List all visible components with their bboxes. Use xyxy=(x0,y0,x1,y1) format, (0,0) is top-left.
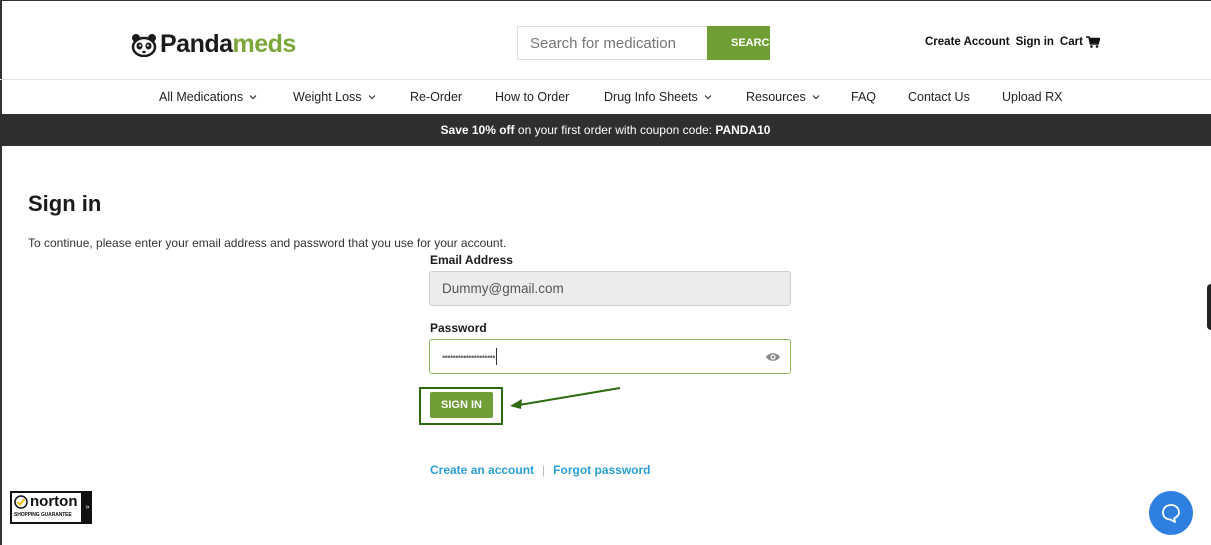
password-value: •••••••••••••••••••• xyxy=(442,351,496,362)
email-field[interactable]: Dummy@gmail.com xyxy=(429,271,791,306)
nav-label: How to Order xyxy=(495,90,570,104)
nav-re-order[interactable]: Re-Order xyxy=(410,90,462,104)
text-caret xyxy=(496,348,498,365)
nav-label: Drug Info Sheets xyxy=(604,90,698,104)
signin-instructions: To continue, please enter your email add… xyxy=(28,236,507,250)
forgot-password-link[interactable]: Forgot password xyxy=(553,463,650,477)
promo-highlight: Save 10% off xyxy=(440,123,515,137)
side-feedback-tab[interactable] xyxy=(1207,284,1211,330)
cart-link[interactable]: Cart xyxy=(1060,36,1083,48)
nav-drug-info-sheets[interactable]: Drug Info Sheets xyxy=(604,90,712,104)
nav-label: All Medications xyxy=(159,90,244,104)
nav-how-to-order[interactable]: How to Order xyxy=(495,90,569,104)
nav-label: Resources xyxy=(746,90,806,104)
search-button[interactable]: SEARCH xyxy=(707,26,770,60)
site-header: Pandameds SEARCH Create Account Sign in … xyxy=(0,0,1211,80)
norton-seal: norton SHOPPING GUARANTEE xyxy=(10,491,83,524)
nav-contact-us[interactable]: Contact Us xyxy=(908,90,970,104)
chevron-down-icon xyxy=(704,95,712,100)
sign-in-button[interactable]: SIGN IN xyxy=(430,392,493,418)
password-label: Password xyxy=(430,321,487,335)
checkmark-icon xyxy=(14,495,28,509)
email-value: Dummy@gmail.com xyxy=(442,281,564,296)
annotation-arrow-icon xyxy=(510,387,621,409)
create-an-account-link[interactable]: Create an account xyxy=(430,463,534,477)
page-title: Sign in xyxy=(28,191,102,216)
nav-resources[interactable]: Resources xyxy=(746,90,820,104)
norton-brand-text: norton xyxy=(30,493,78,510)
nav-label: Weight Loss xyxy=(293,90,362,104)
main-nav: All Medications Weight Loss Re-Order How… xyxy=(0,81,1211,114)
show-password-eye-icon[interactable] xyxy=(765,351,781,363)
nav-label: Contact Us xyxy=(908,90,970,104)
chevron-down-icon xyxy=(368,95,375,100)
nav-label: FAQ xyxy=(851,90,877,104)
password-field[interactable]: •••••••••••••••••••• xyxy=(429,339,791,374)
chat-button[interactable] xyxy=(1149,491,1193,535)
norton-expand-tab[interactable]: » xyxy=(83,491,92,524)
chevron-down-icon xyxy=(812,95,820,100)
panda-logo-icon xyxy=(131,33,157,57)
logo-text-meds: meds xyxy=(232,30,297,58)
account-links: Create Account Sign in Cart xyxy=(925,36,1100,48)
nav-faq[interactable]: FAQ xyxy=(851,90,876,104)
nav-label: Re-Order xyxy=(410,90,463,104)
norton-badge[interactable]: norton SHOPPING GUARANTEE » xyxy=(10,491,93,524)
chevron-down-icon xyxy=(249,95,257,100)
chat-bubble-icon xyxy=(1162,504,1180,523)
account-help-links: Create an account | Forgot password xyxy=(430,463,651,477)
promo-banner: Save 10% off on your first order with co… xyxy=(0,114,1211,146)
norton-subtitle: SHOPPING GUARANTEE xyxy=(14,512,72,518)
sign-in-link[interactable]: Sign in xyxy=(1016,36,1054,48)
search-input[interactable] xyxy=(517,26,707,60)
search-bar: SEARCH xyxy=(517,26,770,60)
promo-code: PANDA10 xyxy=(715,123,771,137)
link-separator: | xyxy=(542,463,546,477)
nav-upload-rx[interactable]: Upload RX xyxy=(1002,90,1062,104)
nav-label: Upload RX xyxy=(1002,90,1063,104)
pandameds-logo[interactable]: Panda meds xyxy=(130,30,296,59)
promo-text: on your first order with coupon code: xyxy=(514,123,716,137)
create-account-link[interactable]: Create Account xyxy=(925,36,1010,48)
logo-text-panda: Panda xyxy=(160,30,233,58)
nav-all-medications[interactable]: All Medications xyxy=(159,90,257,104)
cart-icon[interactable] xyxy=(1085,36,1100,48)
norton-brand: norton xyxy=(14,494,79,510)
nav-weight-loss[interactable]: Weight Loss xyxy=(293,90,376,104)
email-label: Email Address xyxy=(430,253,513,267)
